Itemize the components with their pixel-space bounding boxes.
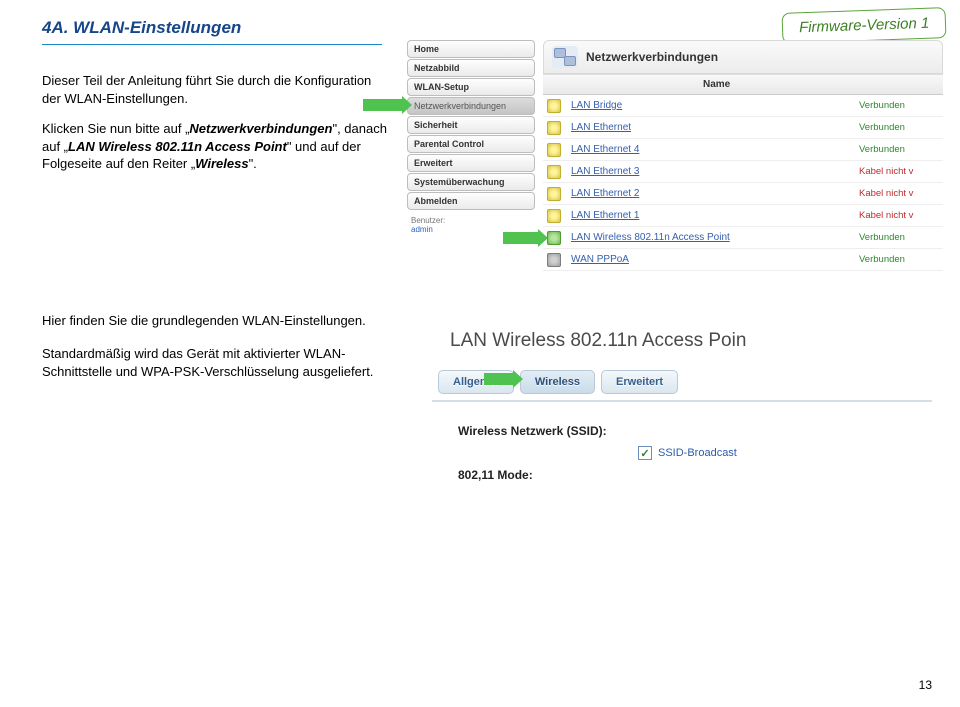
sidebar-item-netzabbild[interactable]: Netzabbild — [407, 59, 535, 77]
lan-icon — [547, 99, 561, 113]
intro-paragraph-4: Standardmäßig wird das Gerät mit aktivie… — [42, 345, 392, 380]
sidebar-item-systemueberwachung[interactable]: Systemüberwachung — [407, 173, 535, 191]
user-label: Benutzer: — [411, 216, 445, 225]
connection-status: Kabel nicht v — [859, 210, 939, 221]
mode-label: 802,11 Mode: — [458, 468, 638, 482]
connection-link[interactable]: LAN Ethernet 4 — [571, 144, 859, 155]
table-row: LAN Wireless 802.11n Access PointVerbund… — [543, 227, 943, 249]
connection-link[interactable]: LAN Ethernet 3 — [571, 166, 859, 177]
screenshot-network-connections: Home Netzabbild WLAN-Setup Netzwerkverbi… — [407, 40, 937, 270]
connection-link[interactable]: LAN Ethernet 2 — [571, 188, 859, 199]
connection-link[interactable]: LAN Wireless 802.11n Access Point — [571, 232, 859, 243]
connection-status: Verbunden — [859, 254, 939, 265]
connection-link[interactable]: LAN Ethernet — [571, 122, 859, 133]
sidebar-item-parental-control[interactable]: Parental Control — [407, 135, 535, 153]
intro-paragraph-2: Klicken Sie nun bitte auf „Netzwerkverbi… — [42, 120, 392, 173]
lan-icon — [547, 165, 561, 179]
wireless-panel-title: LAN Wireless 802.11n Access Poin — [432, 318, 932, 370]
table-row: LAN EthernetVerbunden — [543, 117, 943, 139]
connection-status: Verbunden — [859, 122, 939, 133]
connection-status: Verbunden — [859, 232, 939, 243]
connection-status: Kabel nicht v — [859, 166, 939, 177]
connection-link[interactable]: LAN Ethernet 1 — [571, 210, 859, 221]
highlight-arrow-icon — [503, 232, 539, 244]
intro-paragraph-1: Dieser Teil der Anleitung führt Sie durc… — [42, 72, 382, 107]
connection-status: Kabel nicht v — [859, 188, 939, 199]
connection-link[interactable]: LAN Bridge — [571, 100, 859, 111]
column-header-name: Name — [543, 75, 943, 95]
ssid-broadcast-label: SSID-Broadcast — [658, 447, 737, 459]
connection-status: Verbunden — [859, 100, 939, 111]
wlan-icon — [547, 231, 561, 245]
ssid-broadcast-checkbox[interactable]: ✓ — [638, 446, 652, 460]
network-icon — [552, 46, 578, 68]
sidebar-item-wlan-setup[interactable]: WLAN-Setup — [407, 78, 535, 96]
table-row: WAN PPPoAVerbunden — [543, 249, 943, 271]
sidebar-item-erweitert[interactable]: Erweitert — [407, 154, 535, 172]
lan-icon — [547, 187, 561, 201]
table-row: LAN Ethernet 2Kabel nicht v — [543, 183, 943, 205]
table-row: LAN Ethernet 3Kabel nicht v — [543, 161, 943, 183]
section-title: 4A. WLAN-Einstellungen — [42, 18, 382, 45]
firmware-version-badge: Firmware-Version 1 — [781, 7, 946, 44]
panel-title: Netzwerkverbindungen — [586, 50, 718, 64]
sidebar-item-sicherheit[interactable]: Sicherheit — [407, 116, 535, 134]
connection-status: Verbunden — [859, 144, 939, 155]
highlight-arrow-icon — [363, 99, 403, 111]
intro-paragraph-3: Hier finden Sie die grundlegenden WLAN-E… — [42, 312, 392, 330]
sidebar-item-home[interactable]: Home — [407, 40, 535, 58]
sidebar-item-netzwerkverbindungen[interactable]: Netzwerkverbindungen — [407, 97, 535, 115]
table-row: LAN BridgeVerbunden — [543, 95, 943, 117]
ssid-label: Wireless Netzwerk (SSID): — [458, 424, 638, 438]
wan-icon — [547, 253, 561, 267]
tab-wireless[interactable]: Wireless — [520, 370, 595, 394]
connections-table: Name LAN BridgeVerbundenLAN EthernetVerb… — [543, 74, 943, 271]
lan-icon — [547, 143, 561, 157]
lan-icon — [547, 209, 561, 223]
tab-bar: Allgemei Wireless Erweitert — [432, 370, 932, 394]
sidebar: Home Netzabbild WLAN-Setup Netzwerkverbi… — [407, 40, 535, 234]
highlight-arrow-icon — [484, 373, 514, 385]
lan-icon — [547, 121, 561, 135]
tab-erweitert[interactable]: Erweitert — [601, 370, 678, 394]
connection-link[interactable]: WAN PPPoA — [571, 254, 859, 265]
screenshot-wireless-settings: LAN Wireless 802.11n Access Poin Allgeme… — [432, 318, 932, 578]
page-number: 13 — [919, 678, 932, 692]
sidebar-item-abmelden[interactable]: Abmelden — [407, 192, 535, 210]
panel-header: Netzwerkverbindungen — [543, 40, 943, 74]
table-row: LAN Ethernet 4Verbunden — [543, 139, 943, 161]
table-row: LAN Ethernet 1Kabel nicht v — [543, 205, 943, 227]
user-name: admin — [411, 225, 433, 234]
